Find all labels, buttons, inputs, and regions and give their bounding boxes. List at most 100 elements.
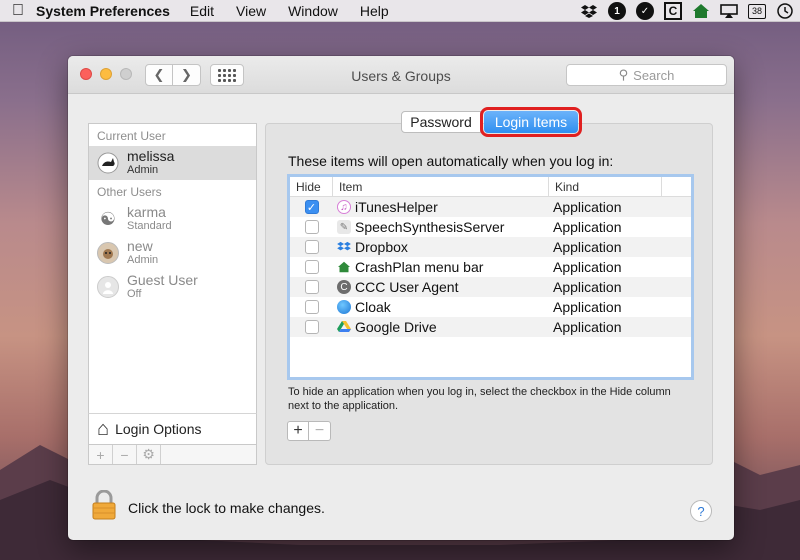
item-kind: Application — [553, 259, 622, 275]
table-row[interactable]: C CCC User Agent Application — [290, 277, 691, 297]
ccc-icon: C — [337, 280, 351, 294]
hide-checkbox[interactable] — [304, 220, 319, 234]
cloak-icon — [337, 300, 351, 314]
table-row-empty — [290, 337, 691, 357]
user-role: Standard — [127, 220, 172, 232]
menu-window[interactable]: Window — [288, 3, 338, 19]
item-kind: Application — [553, 199, 622, 215]
tab-login-items[interactable]: Login Items — [480, 107, 582, 137]
other-users-label: Other Users — [97, 185, 162, 199]
hide-checkbox[interactable] — [304, 240, 319, 254]
menu-bar:  System Preferences Edit View Window He… — [0, 0, 800, 22]
column-hide[interactable]: Hide — [290, 177, 333, 196]
onepassword-icon[interactable]: 1 — [608, 2, 626, 20]
table-row[interactable]: Dropbox Application — [290, 237, 691, 257]
add-remove-buttons: + − — [287, 421, 331, 441]
user-role: Admin — [127, 164, 159, 176]
house-icon: ⌂ — [97, 417, 110, 440]
user-name: melissa — [127, 148, 175, 164]
search-icon: ⚲ — [618, 67, 629, 82]
table-row[interactable]: ✎ SpeechSynthesisServer Application — [290, 217, 691, 237]
user-karma[interactable]: ☯ karma Standard — [89, 202, 256, 236]
table-row[interactable]: ✓ ♫ iTunesHelper Application — [290, 197, 691, 217]
item-kind: Application — [553, 219, 622, 235]
column-item[interactable]: Item — [333, 177, 549, 196]
status-icons: 1 ✓ C 38 — [580, 2, 794, 20]
user-role: Admin — [127, 254, 159, 266]
item-kind: Application — [553, 279, 622, 295]
airplay-icon[interactable] — [720, 2, 738, 20]
user-name: Guest User — [127, 272, 198, 288]
item-name: CrashPlan menu bar — [355, 259, 484, 275]
item-kind: Application — [553, 239, 622, 255]
menu-view[interactable]: View — [236, 3, 266, 19]
user-new[interactable]: new Admin — [89, 236, 256, 270]
login-options-label: Login Options — [115, 421, 202, 437]
tab-bar: Password Login Items — [401, 107, 582, 137]
crashplan-icon — [337, 260, 351, 274]
table-row[interactable]: Cloak Application — [290, 297, 691, 317]
item-name: SpeechSynthesisServer — [355, 219, 505, 235]
search-placeholder: Search — [633, 67, 675, 83]
hide-checkbox[interactable] — [304, 300, 319, 314]
item-name: iTunesHelper — [355, 199, 438, 215]
gear-icon[interactable]: ⚙ — [137, 445, 161, 464]
google-drive-icon — [337, 320, 351, 334]
item-name: Dropbox — [355, 239, 408, 255]
login-items-table: Hide Item Kind ✓ ♫ iTunesHelper Applicati… — [287, 174, 694, 380]
speech-icon: ✎ — [337, 220, 351, 234]
users-groups-window: ❮ ❯ Users & Groups ⚲ Search Current User… — [68, 56, 734, 540]
hide-checkbox[interactable]: ✓ — [304, 200, 319, 214]
lock-message: Click the lock to make changes. — [128, 500, 325, 516]
user-role: Off — [127, 288, 142, 300]
dropbox-icon — [337, 240, 351, 254]
user-name: new — [127, 238, 153, 254]
sidebar-toolbar: + − ⚙ — [88, 445, 257, 465]
login-options-button[interactable]: ⌂ Login Options — [88, 413, 257, 445]
item-name: CCC User Agent — [355, 279, 459, 295]
ccc-icon[interactable]: C — [664, 2, 682, 20]
table-row[interactable]: CrashPlan menu bar Application — [290, 257, 691, 277]
title-bar: ❮ ❯ Users & Groups ⚲ Search — [68, 56, 734, 94]
item-name: Google Drive — [355, 319, 437, 335]
dog-avatar-icon — [97, 242, 119, 264]
hide-hint-text: To hide an application when you log in, … — [288, 386, 671, 412]
user-guest[interactable]: Guest User Off — [89, 270, 256, 304]
remove-login-item-button[interactable]: − — [309, 421, 331, 441]
user-name: karma — [127, 204, 166, 220]
login-items-intro: These items will open automatically when… — [288, 153, 614, 169]
current-user-label: Current User — [97, 129, 166, 143]
item-kind: Application — [553, 319, 622, 335]
menu-help[interactable]: Help — [360, 3, 389, 19]
apple-menu-icon[interactable]:  — [0, 2, 36, 20]
calendar-badge: 38 — [751, 6, 762, 16]
item-name: Cloak — [355, 299, 391, 315]
table-row[interactable]: Google Drive Application — [290, 317, 691, 337]
yin-yang-avatar-icon: ☯ — [99, 208, 117, 229]
remove-user-button[interactable]: − — [113, 445, 137, 464]
hide-checkbox[interactable] — [304, 280, 319, 294]
guest-avatar-icon — [97, 276, 119, 298]
tab-password[interactable]: Password — [401, 111, 481, 133]
table-header: Hide Item Kind — [290, 177, 691, 197]
search-field[interactable]: ⚲ Search — [566, 64, 727, 86]
column-kind[interactable]: Kind — [549, 177, 662, 196]
calendar-icon[interactable]: 38 — [748, 3, 766, 19]
time-machine-icon[interactable] — [776, 2, 794, 20]
itunes-icon: ♫ — [337, 200, 351, 214]
menu-edit[interactable]: Edit — [190, 3, 214, 19]
table-body: ✓ ♫ iTunesHelper Application ✎ SpeechSynth… — [290, 197, 691, 357]
rabbit-avatar-icon — [97, 152, 119, 174]
menu-app-name[interactable]: System Preferences — [36, 3, 170, 19]
help-button[interactable]: ? — [690, 500, 712, 522]
item-kind: Application — [553, 299, 622, 315]
hide-checkbox[interactable] — [304, 320, 319, 334]
add-login-item-button[interactable]: + — [287, 421, 309, 441]
lock-icon[interactable] — [92, 489, 116, 520]
hide-checkbox[interactable] — [304, 260, 319, 274]
user-melissa[interactable]: melissa Admin — [89, 146, 256, 180]
check-circle-icon[interactable]: ✓ — [636, 2, 654, 20]
add-user-button[interactable]: + — [89, 445, 113, 464]
dropbox-icon[interactable] — [580, 2, 598, 20]
crashplan-icon[interactable] — [692, 2, 710, 20]
